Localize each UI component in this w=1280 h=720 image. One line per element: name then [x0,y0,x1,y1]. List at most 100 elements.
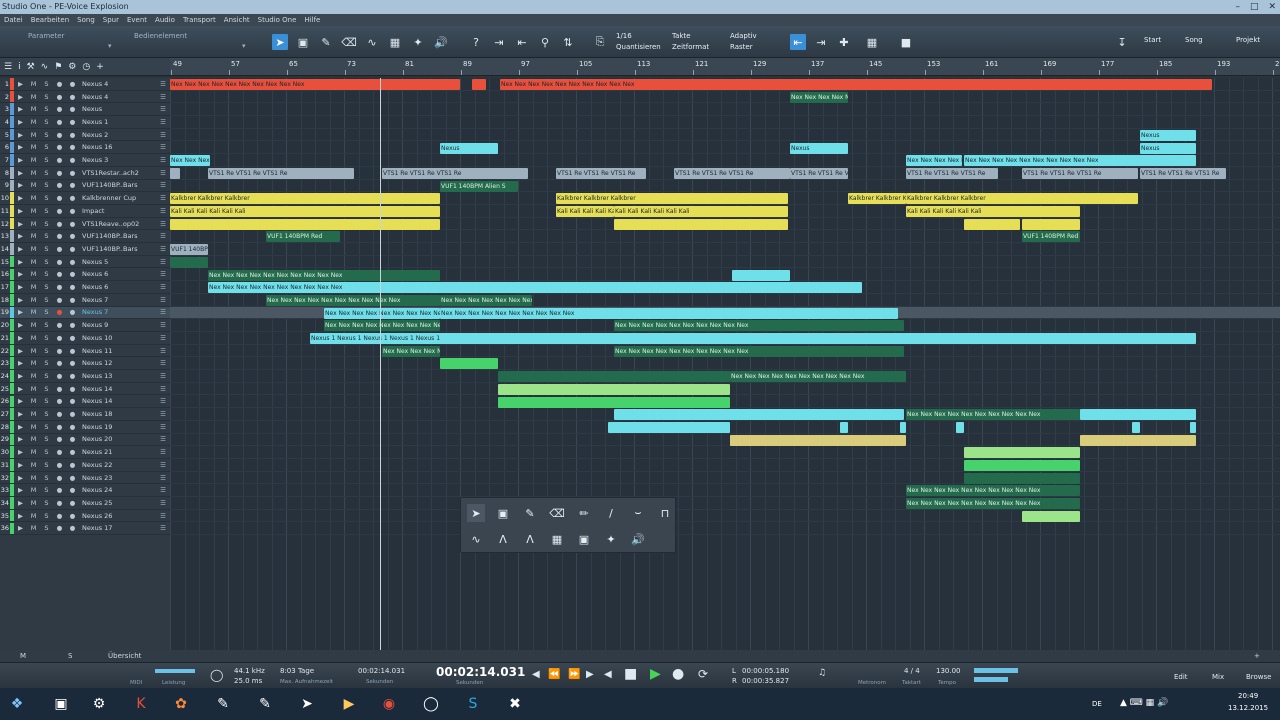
menu-ansicht[interactable]: Ansicht [220,14,254,26]
track-solo-button[interactable]: S [40,397,53,405]
track-monitor-icon[interactable]: ▶ [14,296,27,304]
track-mute-button[interactable]: M [27,461,40,469]
mute-tool-icon[interactable]: ✦ [410,34,426,50]
clip[interactable] [170,218,440,230]
track-record-button[interactable]: ● [53,308,66,316]
track-solo-button[interactable]: S [40,181,53,189]
track-row[interactable]: 35 ▶ M S ● ● Nexus 26 ☰ [0,509,170,523]
parameter-dropdown-icon[interactable]: ▾ [108,42,112,50]
track-record-button[interactable]: ● [53,512,66,520]
track-mute-button[interactable]: M [27,308,40,316]
track-input-icon[interactable]: ● [66,461,79,469]
clip[interactable] [1132,421,1140,433]
track-name[interactable]: Nexus 24 [79,486,156,494]
track-mute-button[interactable]: M [27,359,40,367]
autoscroll-icon[interactable]: ⇥ [491,34,507,50]
track-name[interactable]: Nexus 3 [79,156,156,164]
clip[interactable] [840,421,848,433]
track-mute-button[interactable]: M [27,372,40,380]
track-instrument-icon[interactable]: ☰ [156,461,170,469]
track-instrument-icon[interactable]: ☰ [156,270,170,278]
clip[interactable] [440,358,498,370]
track-name[interactable]: Nexus 23 [79,474,156,482]
nav-browse-button[interactable]: Browse [1246,673,1272,681]
track-name[interactable]: Nexus 11 [79,347,156,355]
track-row[interactable]: 7 ▶ M S ● ● Nexus 3 ☰ [0,154,170,167]
clip[interactable]: VUF1 140BPM Alien S [440,180,518,192]
track-name[interactable]: Nexus 6 [79,270,156,278]
track-row[interactable]: 10 ▶ M S ● ● Kalkbrenner Cup ☰ [0,192,170,205]
app-bird-icon[interactable]: ➤ [294,692,320,716]
track-monitor-icon[interactable]: ▶ [14,80,27,88]
metronome-icon[interactable]: ♫ [818,668,826,678]
language-indicator[interactable]: DE [1092,700,1102,708]
app-x-icon[interactable]: ✖ [502,692,528,716]
track-record-button[interactable]: ● [53,347,66,355]
track-lane[interactable] [170,446,1280,459]
playhead-cursor[interactable] [380,78,381,650]
clip[interactable] [1022,510,1080,522]
menu-spur[interactable]: Spur [99,14,123,26]
track-mute-button[interactable]: M [27,181,40,189]
track-instrument-icon[interactable]: ☰ [156,435,170,443]
clip[interactable] [964,218,1020,230]
track-row[interactable]: 20 ▶ M S ● ● Nexus 9 ☰ [0,319,170,332]
track-instrument-icon[interactable]: ☰ [156,334,170,342]
signature-value[interactable]: 4 / 4 [904,667,920,675]
track-instrument-icon[interactable]: ☰ [156,93,170,101]
return-to-zero-icon[interactable]: ◀ [532,669,540,680]
windows-start-icon[interactable]: ❖ [4,692,30,716]
track-record-button[interactable]: ● [53,118,66,126]
clip[interactable] [956,421,964,433]
clip[interactable]: Kalkbrer Kalkbrer Kalkbrer [556,193,788,205]
track-row[interactable]: 26 ▶ M S ● ● Nexus 14 ☰ [0,395,170,409]
track-instrument-icon[interactable]: ☰ [156,410,170,418]
track-input-icon[interactable]: ● [66,486,79,494]
track-input-icon[interactable]: ● [66,308,79,316]
track-name[interactable]: Nexus 17 [79,524,156,532]
track-instrument-icon[interactable]: ☰ [156,232,170,240]
track-name[interactable]: Nexus 26 [79,512,156,520]
track-instrument-icon[interactable]: ☰ [156,105,170,113]
tray-icons[interactable]: ▲ ⌨ ▦ 🔊 [1120,698,1168,708]
popup-sine-icon[interactable]: ∿ [467,530,485,548]
app-k-icon[interactable]: K [128,692,154,716]
mixer-icon[interactable]: ⚙ [68,62,76,72]
track-monitor-icon[interactable]: ▶ [14,118,27,126]
track-instrument-icon[interactable]: ☰ [156,448,170,456]
clip[interactable]: VTS1 Re VTS1 Re VTS1 Re [556,167,646,179]
clip[interactable] [900,421,906,433]
track-name[interactable]: Nexus 1 [79,118,156,126]
track-mute-button[interactable]: M [27,385,40,393]
track-name[interactable]: Nexus 10 [79,334,156,342]
stop-icon[interactable]: ■ [624,666,637,682]
track-input-icon[interactable]: ● [66,359,79,367]
nav-edit-button[interactable]: Edit [1174,673,1188,681]
snap-control[interactable]: Adaptiv Raster [730,31,757,53]
track-instrument-icon[interactable]: ☰ [156,499,170,507]
track-row[interactable]: 2 ▶ M S ● ● Nexus 4 ☰ [0,90,170,104]
track-row[interactable]: 11 ▶ M S ● ● Impact ☰ [0,205,170,218]
track-record-button[interactable]: ● [53,410,66,418]
clip[interactable] [498,396,730,408]
track-solo-button[interactable]: S [40,385,53,393]
track-solo-button[interactable]: S [40,347,53,355]
footer-mute-button[interactable]: M [20,650,26,662]
track-mute-button[interactable]: M [27,270,40,278]
snap-events-icon[interactable]: ⇥ [813,34,829,50]
track-name[interactable]: VUF1140BP..Bars [79,245,156,253]
track-row[interactable]: 33 ▶ M S ● ● Nexus 24 ☰ [0,484,170,498]
clip[interactable] [170,167,180,179]
track-input-icon[interactable]: ● [66,181,79,189]
popup-triangle-icon[interactable]: Λ [494,530,512,548]
clip[interactable]: Nex Nex Nex Nex Nex Nex Nex Nex Nex Nex [730,371,906,383]
menu-bearbeiten[interactable]: Bearbeiten [27,14,73,26]
timeline-ruler[interactable]: 49 57 65 73 81 89 97 105 113 121 129 137 145 153 161 16… [170,58,1280,76]
track-input-icon[interactable]: ● [66,435,79,443]
track-lane[interactable] [170,459,1280,472]
explorer-icon[interactable]: ▣ [48,692,74,716]
clock-time[interactable]: 20:49 [1238,692,1258,700]
track-mute-button[interactable]: M [27,143,40,151]
track-mute-button[interactable]: M [27,131,40,139]
track-input-icon[interactable]: ● [66,385,79,393]
